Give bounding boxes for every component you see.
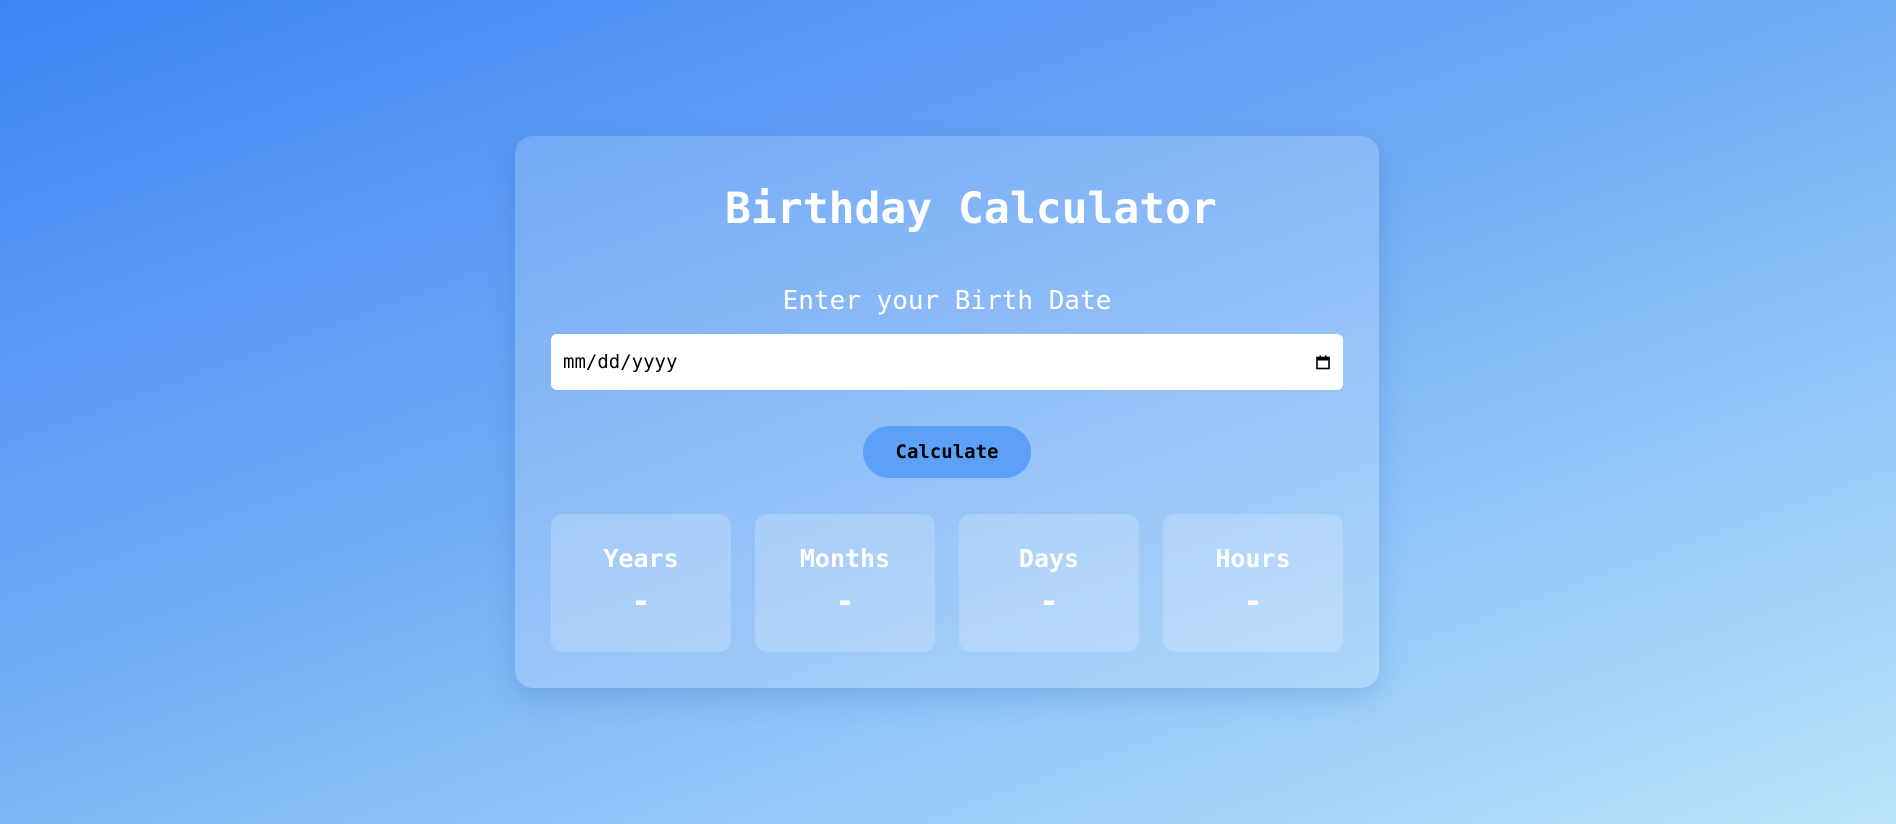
result-box-hours: Hours - — [1163, 514, 1343, 652]
page-title: Birthday Calculator — [725, 184, 1217, 234]
result-label: Months — [799, 544, 891, 573]
results-row: Years - Months - Days - Hours - — [551, 514, 1343, 652]
result-label: Days — [1018, 544, 1080, 573]
calendar-icon[interactable] — [1315, 354, 1331, 370]
birth-date-label: Enter your Birth Date — [782, 286, 1112, 316]
result-value: - — [631, 582, 651, 620]
result-label: Years — [603, 544, 679, 573]
result-box-months: Months - — [755, 514, 935, 652]
result-value: - — [835, 582, 855, 620]
date-placeholder: mm/dd/yyyy — [563, 351, 678, 373]
birth-date-input[interactable]: mm/dd/yyyy — [551, 334, 1343, 390]
result-label: Hours — [1215, 544, 1291, 573]
result-value: - — [1243, 582, 1263, 620]
result-value: - — [1039, 582, 1059, 620]
result-box-days: Days - — [959, 514, 1139, 652]
calculator-card: Birthday Calculator Enter your Birth Dat… — [515, 136, 1379, 688]
result-box-years: Years - — [551, 514, 731, 652]
calculate-button[interactable]: Calculate — [863, 426, 1031, 478]
